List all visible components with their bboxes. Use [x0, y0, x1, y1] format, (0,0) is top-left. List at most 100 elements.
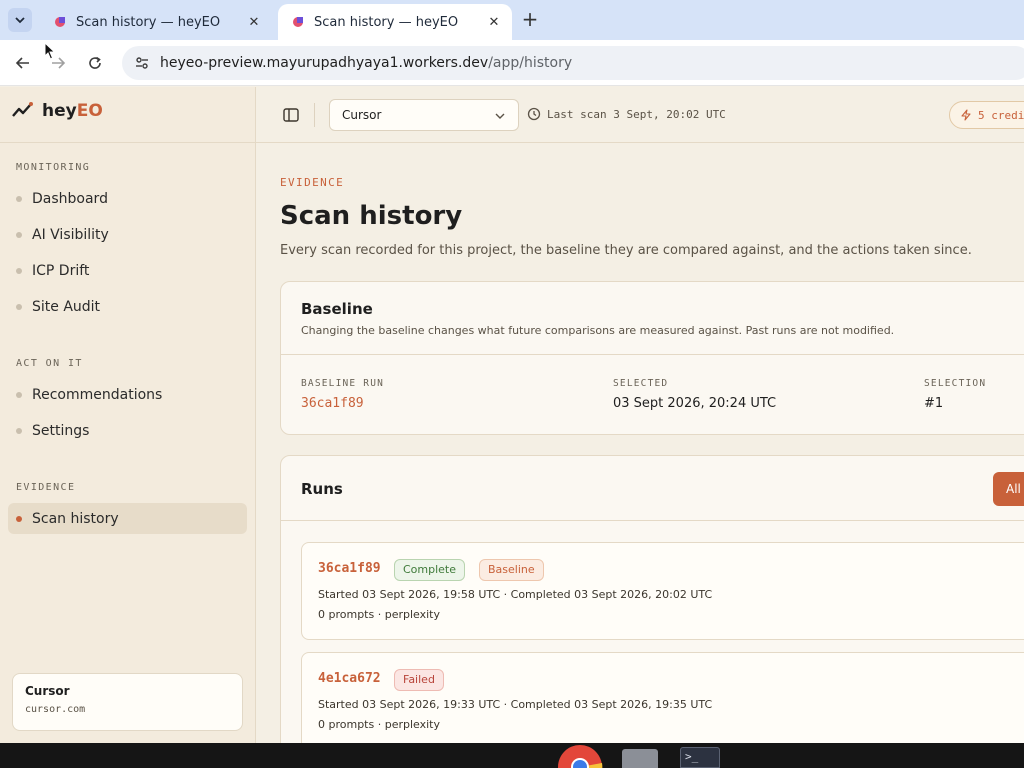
filter-all-button[interactable]: All: [993, 472, 1024, 506]
brand-accent: EO: [76, 101, 103, 121]
sidebar-item-label: Dashboard: [32, 190, 108, 207]
address-bar[interactable]: heyeo-preview.mayurupadhyaya1.workers.de…: [122, 46, 1024, 80]
chrome-icon: [558, 745, 603, 768]
url-text: heyeo-preview.mayurupadhyaya1.workers.de…: [160, 55, 572, 71]
url-host: heyeo-preview.mayurupadhyaya1.workers.de…: [160, 55, 489, 71]
arrow-left-icon: [15, 57, 29, 69]
back-button[interactable]: [11, 51, 35, 75]
brand-logo[interactable]: hey EO: [12, 101, 103, 121]
section-label-act-on-it: ACT ON IT: [16, 358, 83, 369]
browser-toolbar: heyeo-preview.mayurupadhyaya1.workers.de…: [0, 40, 1024, 86]
run-times: Started 03 Sept 2026, 19:58 UTC · Comple…: [318, 588, 713, 601]
runs-title: Runs: [301, 480, 343, 498]
run-list-item[interactable]: 36ca1f89 Complete Baseline Started 03 Se…: [301, 542, 1024, 640]
tab-close-icon[interactable]: ✕: [486, 15, 502, 30]
heyeo-favicon-icon: [55, 17, 65, 27]
sidebar-item-label: Site Audit: [32, 298, 101, 315]
project-card[interactable]: Cursor cursor.com: [12, 673, 243, 731]
baseline-title: Baseline: [301, 300, 373, 318]
divider: [314, 103, 315, 127]
clock-icon: [527, 107, 541, 121]
selection-value: #1: [924, 396, 944, 411]
browser-tab-1[interactable]: Scan history — heyEO ✕: [40, 4, 272, 40]
credits-text: 5 credits: [978, 108, 1024, 122]
baseline-card: Baseline Changing the baseline changes w…: [280, 281, 1024, 435]
bullet-icon: [16, 516, 22, 522]
chevron-down-icon: [495, 113, 505, 119]
status-badge-complete: Complete: [394, 559, 466, 581]
project-select-value: Cursor: [342, 108, 382, 122]
sidebar-item-label: ICP Drift: [32, 262, 90, 279]
site-settings-icon[interactable]: [134, 55, 150, 71]
divider: [281, 354, 1024, 355]
browser-tabstrip: Scan history — heyEO ✕ Scan history — he…: [0, 0, 1024, 40]
baseline-run-label: BASELINE RUN: [301, 378, 385, 389]
sidebar-item-icp-drift[interactable]: ICP Drift: [8, 255, 247, 286]
sidebar-item-label: Settings: [32, 422, 90, 439]
sidebar-item-recommendations[interactable]: Recommendations: [8, 379, 247, 410]
trend-line-icon: [12, 102, 33, 117]
run-list-item[interactable]: 4e1ca672 Failed Started 03 Sept 2026, 19…: [301, 652, 1024, 743]
lightning-icon: [961, 109, 971, 121]
brand-primary: hey: [42, 101, 77, 121]
mouse-cursor-icon: [44, 42, 56, 60]
baseline-run-link[interactable]: 36ca1f89: [301, 396, 364, 411]
last-scan-text: Last scan 3 Sept, 20:02 UTC: [547, 107, 726, 121]
sidebar-item-dashboard[interactable]: Dashboard: [8, 183, 247, 214]
reload-icon: [89, 56, 101, 69]
sidebar-item-label: AI Visibility: [32, 226, 109, 243]
new-tab-button[interactable]: +: [518, 8, 542, 32]
browser-tab-2[interactable]: Scan history — heyEO ✕: [278, 4, 512, 40]
terminal-taskbar-icon[interactable]: >_: [680, 747, 720, 768]
main-content: Cursor Last scan 3 Sept, 20:02 UTC 5 cre…: [256, 87, 1024, 743]
sidebar-item-label: Recommendations: [32, 386, 163, 403]
divider: [0, 142, 256, 143]
os-taskbar: >_: [0, 743, 1024, 768]
page-eyebrow: EVIDENCE: [280, 176, 345, 189]
run-meta: 0 prompts · perplexity: [318, 718, 440, 731]
last-scan-status: Last scan 3 Sept, 20:02 UTC: [527, 107, 726, 121]
reload-button[interactable]: [83, 51, 107, 75]
page-title: Scan history: [280, 201, 463, 231]
selected-label: SELECTED: [613, 378, 669, 389]
selected-value: 03 Sept 2026, 20:24 UTC: [613, 396, 777, 411]
sidebar: hey EO MONITORING Dashboard AI Visibility…: [0, 87, 256, 743]
selection-label: SELECTION: [924, 378, 987, 389]
tab-title: Scan history — heyEO: [314, 14, 459, 30]
bullet-icon: [16, 392, 22, 398]
url-path: /app/history: [488, 55, 573, 71]
app-topbar: Cursor Last scan 3 Sept, 20:02 UTC 5 cre…: [256, 87, 1024, 143]
heyeo-favicon-icon: [293, 17, 303, 27]
baseline-badge: Baseline: [479, 559, 544, 581]
bullet-icon: [16, 428, 22, 434]
divider: [281, 520, 1024, 521]
sidebar-toggle-icon[interactable]: [282, 106, 300, 124]
status-badge-failed: Failed: [394, 669, 444, 691]
run-times: Started 03 Sept 2026, 19:33 UTC · Comple…: [318, 698, 713, 711]
sidebar-item-site-audit[interactable]: Site Audit: [8, 291, 247, 322]
project-domain: cursor.com: [25, 704, 86, 715]
sidebar-item-ai-visibility[interactable]: AI Visibility: [8, 219, 247, 250]
sidebar-item-scan-history[interactable]: Scan history: [8, 503, 247, 534]
project-select[interactable]: Cursor: [329, 99, 519, 131]
page-description: Every scan recorded for this project, th…: [280, 243, 972, 258]
tab-search-button[interactable]: [8, 8, 32, 32]
section-label-monitoring: MONITORING: [16, 162, 91, 173]
bullet-icon: [16, 232, 22, 238]
chevron-down-icon: [15, 17, 25, 24]
sidebar-item-settings[interactable]: Settings: [8, 415, 247, 446]
section-label-evidence: EVIDENCE: [16, 482, 76, 493]
files-taskbar-icon[interactable]: [622, 749, 658, 768]
baseline-subtitle: Changing the baseline changes what futur…: [301, 324, 895, 337]
credits-badge[interactable]: 5 credits: [949, 101, 1024, 129]
bullet-icon: [16, 268, 22, 274]
runs-card: Runs All 36ca1f89 Complete Baseline Star…: [280, 455, 1024, 743]
run-id-link[interactable]: 36ca1f89: [318, 561, 381, 576]
bullet-icon: [16, 196, 22, 202]
tab-close-icon[interactable]: ✕: [246, 15, 262, 30]
run-id-link[interactable]: 4e1ca672: [318, 671, 381, 686]
tab-title: Scan history — heyEO: [76, 14, 221, 30]
chrome-taskbar-icon[interactable]: [556, 743, 604, 768]
bullet-icon: [16, 304, 22, 310]
sidebar-item-label: Scan history: [32, 510, 119, 527]
